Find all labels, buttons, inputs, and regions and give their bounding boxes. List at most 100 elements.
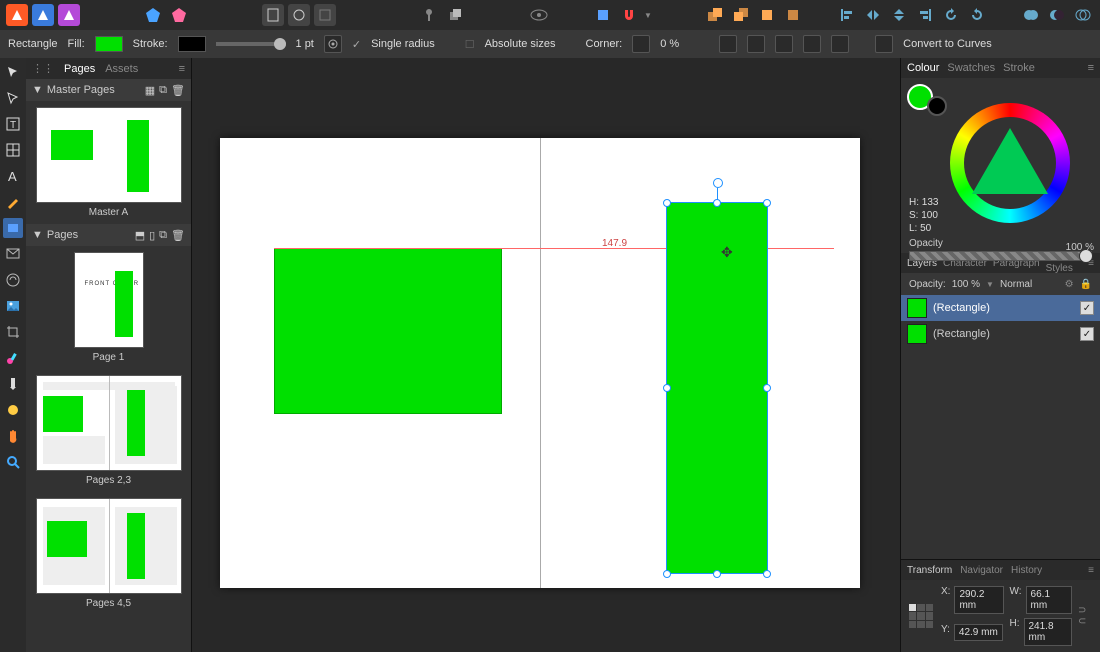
fill-swatch[interactable] — [95, 36, 123, 52]
corner-pct[interactable]: 0 % — [660, 38, 679, 50]
gear-icon[interactable] — [324, 35, 342, 53]
page45-thumb[interactable] — [36, 498, 182, 594]
tab-assets[interactable]: Assets — [105, 63, 138, 75]
blend-mode[interactable]: Normal — [1000, 279, 1032, 290]
layer-row-1[interactable]: (Rectangle) ✓ — [901, 295, 1100, 321]
node-tool-icon[interactable] — [3, 88, 23, 108]
sel-handle-br[interactable] — [763, 570, 771, 578]
rectangle-right-selected[interactable] — [666, 202, 768, 574]
hand-tool-icon[interactable] — [3, 426, 23, 446]
colour-menu-icon[interactable]: ≡ — [1088, 62, 1094, 74]
rectangle-left[interactable] — [274, 248, 502, 414]
opacity-slider[interactable] — [909, 251, 1092, 261]
pages-header[interactable]: ▼Pages ⬒ ▯ ⧉ 🗑 — [26, 224, 191, 246]
y-field[interactable]: 42.9 mm — [954, 624, 1003, 641]
master-pages-header[interactable]: ▼Master Pages ▦ ⧉ 🗑 — [26, 79, 191, 101]
sel-handle-tr[interactable] — [763, 199, 771, 207]
master-del-icon[interactable]: 🗑 — [171, 84, 185, 97]
stroke-swatch[interactable] — [178, 36, 206, 52]
tab-history[interactable]: History — [1011, 565, 1042, 576]
zoom-tool-icon[interactable] — [3, 452, 23, 472]
sel-handle-tc[interactable] — [713, 199, 721, 207]
preview-icon[interactable] — [528, 4, 550, 26]
designer-app-icon[interactable] — [6, 4, 28, 26]
sel-handle-bc[interactable] — [713, 570, 721, 578]
corner-type[interactable] — [632, 35, 650, 53]
pen-tool-icon[interactable] — [3, 192, 23, 212]
master-thumb[interactable] — [36, 107, 182, 203]
sel-handle-ml[interactable] — [663, 384, 671, 392]
stroke-circle[interactable] — [927, 96, 947, 116]
rotate-handle[interactable] — [713, 178, 723, 188]
brush-tool-icon[interactable] — [3, 348, 23, 368]
envelope-tool-icon[interactable] — [3, 244, 23, 264]
rectangle-tool-icon[interactable] — [3, 218, 23, 238]
master-add-icon[interactable]: ▦ — [145, 84, 155, 97]
page1-thumb[interactable]: FRONT COVER — [74, 252, 144, 348]
x-field[interactable]: 290.2 mm — [954, 586, 1003, 614]
text-frame-tool-icon[interactable]: T — [3, 114, 23, 134]
flip-v-icon[interactable] — [888, 4, 910, 26]
doc-icon[interactable] — [262, 4, 284, 26]
photo-app-icon[interactable] — [58, 4, 80, 26]
publisher-app-icon[interactable] — [32, 4, 54, 26]
w-field[interactable]: 66.1 mm — [1026, 586, 1072, 614]
tab-stroke[interactable]: Stroke — [1003, 62, 1035, 74]
layer-visible-check[interactable]: ✓ — [1080, 327, 1094, 341]
sel-handle-tl[interactable] — [663, 199, 671, 207]
crop-tool-icon[interactable] — [3, 322, 23, 342]
layer-row-2[interactable]: (Rectangle) ✓ — [901, 321, 1100, 347]
bool-add-icon[interactable] — [1020, 4, 1042, 26]
page-del-icon[interactable]: 🗑 — [171, 229, 185, 242]
transform-menu-icon[interactable]: ≡ — [1088, 565, 1094, 576]
opacity-value[interactable]: 100 % — [1066, 242, 1094, 253]
layer-opacity-value[interactable]: 100 % — [952, 279, 980, 290]
tab-swatches[interactable]: Swatches — [947, 62, 995, 74]
align-l-icon[interactable] — [836, 4, 858, 26]
rotate-r-icon[interactable] — [966, 4, 988, 26]
stroke-width-slider[interactable] — [216, 42, 286, 46]
layer-small-icon[interactable] — [444, 4, 466, 26]
square-icon[interactable] — [314, 4, 336, 26]
rotate-l-icon[interactable] — [940, 4, 962, 26]
tab-pages[interactable]: Pages — [64, 63, 95, 75]
tab-transform[interactable]: Transform — [907, 565, 952, 576]
page-spread-icon[interactable]: ⬒ — [135, 229, 145, 242]
align-opt2-icon[interactable] — [747, 35, 765, 53]
image-tool-icon[interactable] — [3, 296, 23, 316]
picker-tool-icon[interactable] — [3, 374, 23, 394]
align-opt5-icon[interactable] — [831, 35, 849, 53]
convert-icon[interactable] — [875, 35, 893, 53]
align-opt3-icon[interactable] — [775, 35, 793, 53]
layer-lock-icon[interactable]: 🔒 — [1080, 279, 1092, 290]
bool-sub-icon[interactable] — [1046, 4, 1068, 26]
colour-triangle[interactable] — [972, 128, 1048, 194]
arrange-fwd-icon[interactable] — [756, 4, 778, 26]
page-dup-icon[interactable]: ⧉ — [159, 229, 167, 242]
artistic-text-tool-icon[interactable]: A — [3, 166, 23, 186]
absolute-sizes-check[interactable]: Absolute sizes — [485, 38, 556, 50]
anchor-selector[interactable] — [909, 604, 933, 628]
align-opt1-icon[interactable] — [719, 35, 737, 53]
layer-cog-icon[interactable]: ⚙ — [1065, 279, 1074, 290]
sel-handle-bl[interactable] — [663, 570, 671, 578]
move-tool-icon[interactable] — [3, 62, 23, 82]
master-dup-icon[interactable]: ⧉ — [159, 84, 167, 97]
arrange-bwd-icon[interactable] — [782, 4, 804, 26]
snap-icon[interactable] — [592, 4, 614, 26]
single-radius-check[interactable]: Single radius — [371, 38, 435, 50]
pin-icon[interactable] — [418, 4, 440, 26]
arrange-front-icon[interactable] — [704, 4, 726, 26]
persona-a-icon[interactable] — [142, 4, 164, 26]
fill-tool-icon[interactable] — [3, 400, 23, 420]
canvas[interactable]: 147.9 ✥ — [192, 58, 900, 652]
page23-thumb[interactable] — [36, 375, 182, 471]
tab-colour[interactable]: Colour — [907, 62, 939, 74]
convert-curves[interactable]: Convert to Curves — [903, 38, 992, 50]
align-r-icon[interactable] — [914, 4, 936, 26]
sel-handle-mr[interactable] — [763, 384, 771, 392]
h-field[interactable]: 241.8 mm — [1024, 618, 1073, 646]
magnet-icon[interactable] — [618, 4, 640, 26]
arrange-back-icon[interactable] — [730, 4, 752, 26]
panel-menu-icon[interactable]: ≡ — [179, 63, 185, 75]
